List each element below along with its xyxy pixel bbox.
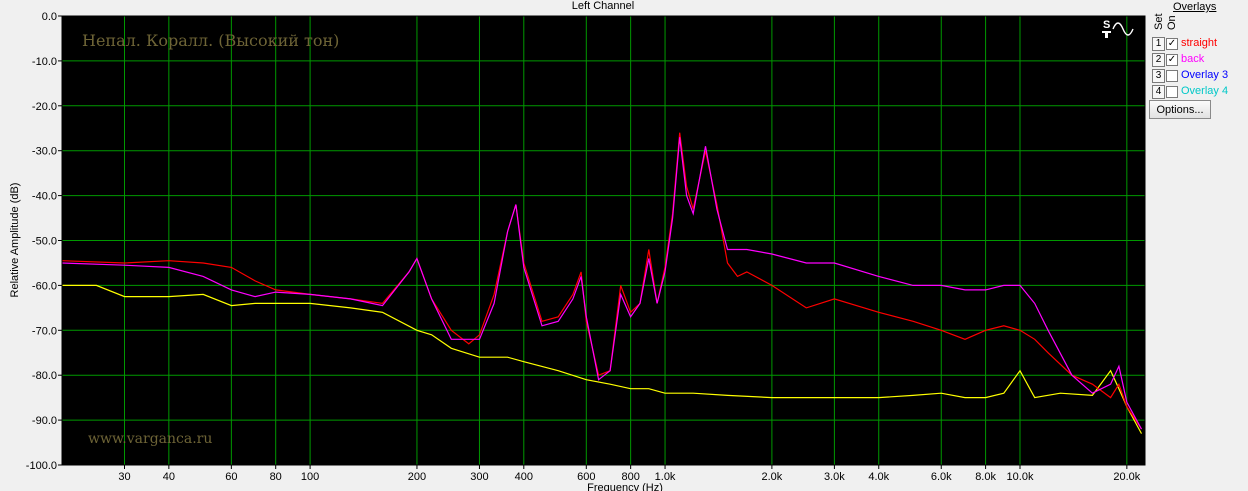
chart-title: Left Channel <box>572 0 634 12</box>
overlay-set-button-4[interactable]: 4 <box>1152 85 1165 99</box>
overlays-header: Overlays <box>1173 1 1217 13</box>
overlay-checkbox-2[interactable]: ✓ <box>1166 54 1178 66</box>
x-tick-label: 200 <box>408 471 426 483</box>
x-tick-label: 30 <box>118 471 130 483</box>
x-axis-label: Frequency (Hz) <box>587 482 663 491</box>
y-tick-label: -10.0 <box>32 56 57 68</box>
overlay-checkbox-3[interactable] <box>1166 70 1178 82</box>
x-tick-label: 3.0k <box>824 471 845 483</box>
y-tick-label: -40.0 <box>32 191 57 203</box>
x-tick-label: 10.0k <box>1007 471 1034 483</box>
overlay-set-button-2[interactable]: 2 <box>1152 53 1165 67</box>
y-tick-label: -30.0 <box>32 146 57 158</box>
overlay-label-3: Overlay 3 <box>1181 69 1229 81</box>
x-tick-label: 8.0k <box>975 471 996 483</box>
svg-text:S: S <box>1103 19 1110 31</box>
overlay-checkbox-1[interactable]: ✓ <box>1166 38 1178 50</box>
y-tick-label: -20.0 <box>32 101 57 113</box>
x-tick-label: 400 <box>515 471 533 483</box>
overlay-label-4: Overlay 4 <box>1181 85 1229 97</box>
x-tick-label: 100 <box>301 471 319 483</box>
overlay-checkbox-4[interactable] <box>1166 86 1178 98</box>
x-tick-label: 60 <box>225 471 237 483</box>
overlay-panel: Set On Overlays 1 ✓ straight 2 ✓ back 3 … <box>1146 0 1248 491</box>
y-tick-label: -70.0 <box>32 325 57 337</box>
overlay-label-2: back <box>1181 53 1205 65</box>
spectrum-chart: 0.0 -10.0 -20.0 -30.0 -40.0 -50.0 -60.0 -70.0 -8… <box>9 0 1146 491</box>
options-button[interactable]: Options... <box>1149 100 1211 119</box>
overlay-set-button-1[interactable]: 1 <box>1152 37 1165 51</box>
y-tick-label: 0.0 <box>42 11 57 23</box>
x-tick-label: 4.0k <box>868 471 889 483</box>
annotation-title: Непал. Коралл. (Высокий тон) <box>82 31 339 50</box>
y-axis-label: Relative Amplitude (dB) <box>9 183 21 298</box>
y-tick-label: -80.0 <box>32 370 57 382</box>
overlay-row-3: 3 Overlay 3 <box>1152 69 1247 83</box>
overlay-row-2: 2 ✓ back <box>1152 53 1247 67</box>
on-header: On <box>1166 15 1178 30</box>
annotation-footer: www.varganca.ru <box>88 431 212 447</box>
set-header: Set <box>1153 13 1165 30</box>
y-tick-label: -90.0 <box>32 415 57 427</box>
x-tick-label: 20.0k <box>1113 471 1140 483</box>
overlay-row-1: 1 ✓ straight <box>1152 37 1247 51</box>
x-tick-label: 40 <box>163 471 175 483</box>
y-tick-label: -60.0 <box>32 280 57 292</box>
y-tick-label: -50.0 <box>32 236 57 248</box>
overlay-label-1: straight <box>1181 37 1218 49</box>
overlay-row-4: 4 Overlay 4 <box>1152 85 1247 99</box>
overlay-set-button-3[interactable]: 3 <box>1152 69 1165 83</box>
x-tick-label: 80 <box>270 471 282 483</box>
x-tick-label: 300 <box>470 471 488 483</box>
x-tick-label: 6.0k <box>931 471 952 483</box>
y-tick-label: -100.0 <box>26 460 57 472</box>
x-tick-label: 2.0k <box>761 471 782 483</box>
